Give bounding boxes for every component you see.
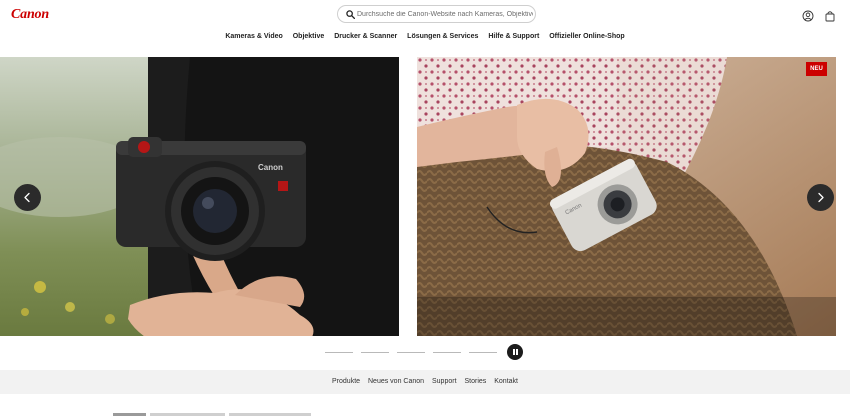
chevron-left-icon	[24, 192, 30, 203]
subnav-item-neues-von-canon[interactable]: Neues von Canon	[368, 370, 424, 394]
carousel-dot-1[interactable]	[325, 352, 353, 353]
secondary-nav: Produkte Neues von Canon Support Stories…	[0, 370, 850, 394]
chevron-right-icon	[818, 192, 824, 203]
site-header: Canon Kameras & Video Objektive Drucker …	[0, 0, 850, 57]
nav-item-kameras-video[interactable]: Kameras & Video	[225, 33, 282, 40]
nav-item-loesungen-services[interactable]: Lösungen & Services	[407, 33, 478, 40]
carousel-dot-3[interactable]	[397, 352, 425, 353]
carousel-slide-compact-camera[interactable]: Canon	[417, 57, 836, 336]
nav-item-hilfe-support[interactable]: Hilfe & Support	[488, 33, 539, 40]
subnav-item-stories[interactable]: Stories	[464, 370, 486, 394]
account-icon[interactable]	[802, 10, 814, 22]
subnav-item-kontakt[interactable]: Kontakt	[494, 370, 518, 394]
pause-icon[interactable]	[507, 344, 523, 360]
carousel-dot-4[interactable]	[433, 352, 461, 353]
search-icon	[346, 10, 355, 19]
cinema-camera-photo: Canon	[0, 57, 399, 336]
compact-camera-photo: Canon	[417, 57, 836, 336]
new-badge: NEU	[806, 62, 827, 76]
nav-item-objektive[interactable]: Objektive	[293, 33, 325, 40]
svg-text:Canon: Canon	[258, 163, 283, 172]
carousel-dot-5[interactable]	[469, 352, 497, 353]
carousel-dot-2[interactable]	[361, 352, 389, 353]
carousel-slide-cinema-camera[interactable]: Canon	[0, 57, 399, 336]
search-input[interactable]	[357, 6, 533, 22]
carousel-prev-button[interactable]	[14, 184, 41, 211]
subnav-item-produkte[interactable]: Produkte	[332, 370, 360, 394]
canon-logo[interactable]: Canon	[11, 7, 49, 23]
search-bar[interactable]	[337, 5, 536, 23]
bag-icon[interactable]	[824, 10, 836, 22]
nav-item-drucker-scanner[interactable]: Drucker & Scanner	[334, 33, 397, 40]
subnav-item-support[interactable]: Support	[432, 370, 457, 394]
main-nav: Kameras & Video Objektive Drucker & Scan…	[0, 33, 850, 40]
carousel-next-button[interactable]	[807, 184, 834, 211]
nav-item-online-shop[interactable]: Offizieller Online-Shop	[549, 33, 624, 40]
